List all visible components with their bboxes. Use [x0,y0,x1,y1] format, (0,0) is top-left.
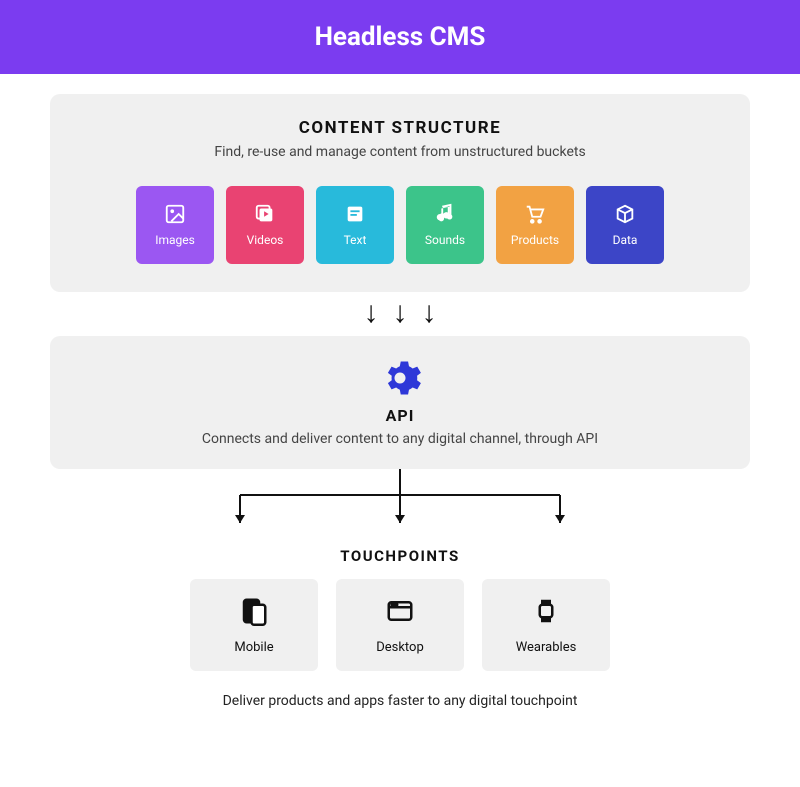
api-panel: API Connects and deliver content to any … [50,336,750,469]
sound-icon [434,203,456,225]
desktop-icon [385,596,415,630]
touchpoint-label: Wearables [516,640,577,655]
tile-label: Videos [247,233,284,247]
touchpoint-label: Desktop [376,640,424,655]
arrow-down-icon: ↓ [393,298,408,328]
video-icon [254,203,276,225]
touchpoint-mobile: Mobile [190,579,318,671]
touchpoints-title: TOUCHPOINTS [50,547,750,565]
arrows-api-to-touchpoints [50,469,750,535]
touchpoint-wearables: Wearables [482,579,610,671]
tile-images: Images [136,186,214,264]
image-icon [164,203,186,225]
tile-data: Data [586,186,664,264]
tile-label: Data [613,233,638,247]
arrow-down-icon: ↓ [422,298,437,328]
tile-label: Images [155,233,195,247]
arrow-down-icon: ↓ [364,298,379,328]
tile-text: Text [316,186,394,264]
touchpoint-tiles: Mobile Desktop Wearables [50,579,750,671]
tile-label: Sounds [425,233,465,247]
content-tiles: Images Videos [80,186,720,264]
page-header: Headless CMS [0,0,800,74]
tile-label: Text [344,233,367,247]
touchpoint-label: Mobile [234,640,273,655]
tile-products: Products [496,186,574,264]
content-structure-title: CONTENT STRUCTURE [80,118,720,138]
touchpoint-desktop: Desktop [336,579,464,671]
tile-label: Products [511,233,559,247]
tile-videos: Videos [226,186,304,264]
diagram-canvas: CONTENT STRUCTURE Find, re-use and manag… [0,74,800,709]
cart-icon [524,203,546,225]
api-subtitle: Connects and deliver content to any digi… [80,431,720,447]
mobile-icon [239,596,269,630]
text-icon [344,203,366,225]
content-structure-panel: CONTENT STRUCTURE Find, re-use and manag… [50,94,750,292]
gear-icon [80,356,720,400]
tile-sounds: Sounds [406,186,484,264]
touchpoints-subtitle: Deliver products and apps faster to any … [50,693,750,709]
page-title: Headless CMS [0,22,800,52]
watch-icon [531,596,561,630]
arrows-content-to-api: ↓ ↓ ↓ [50,298,750,328]
api-title: API [80,406,720,425]
box-icon [614,203,636,225]
content-structure-subtitle: Find, re-use and manage content from uns… [80,144,720,160]
